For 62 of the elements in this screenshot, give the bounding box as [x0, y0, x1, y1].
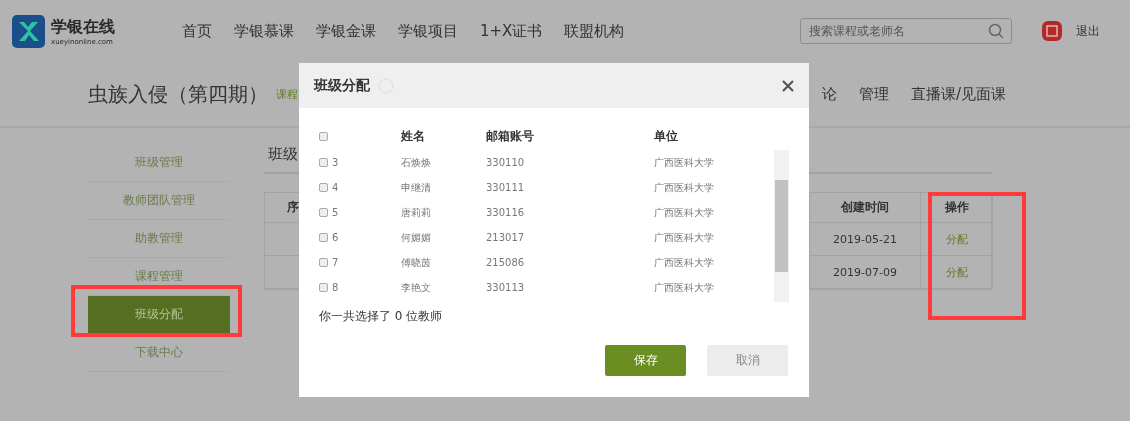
cancel-button[interactable]: 取消 — [707, 345, 788, 376]
row-checkbox[interactable] — [319, 283, 328, 292]
teacher-name: 唐莉莉 — [401, 205, 432, 220]
row-checkbox[interactable] — [319, 183, 328, 192]
teacher-email: 215086 — [486, 256, 526, 270]
teacher-unit: 广西医科大学 — [654, 255, 715, 270]
nav-link[interactable]: 1+X证书 — [480, 21, 543, 41]
row-index: 6 — [332, 232, 339, 243]
scrollbar[interactable] — [774, 150, 789, 302]
table-cell: 2019-05-21 — [810, 223, 921, 256]
sidebar-item[interactable]: 班级分配 — [88, 296, 230, 334]
nav-link[interactable]: 学银金课 — [316, 21, 376, 41]
row-checkbox[interactable] — [319, 258, 328, 267]
row-index: 3 — [332, 157, 339, 168]
teacher-unit: 广西医科大学 — [654, 280, 715, 295]
teacher-email: 330116 — [486, 206, 526, 220]
row-index: 5 — [332, 207, 339, 218]
course-tab[interactable]: 管理 — [858, 84, 889, 104]
course-tab[interactable]: 论 — [821, 84, 837, 104]
select-all-checkbox[interactable] — [319, 131, 328, 141]
course-tab[interactable]: 直播课/见面课 — [910, 84, 1006, 104]
teacher-unit: 广西医科大学 — [654, 180, 715, 195]
teacher-name: 何媚媚 — [401, 230, 432, 245]
teacher-unit: 广西医科大学 — [654, 230, 715, 245]
row-index: 8 — [332, 282, 339, 293]
nav-link[interactable]: 联盟机构 — [564, 21, 625, 41]
teacher-name: 石焕焕 — [401, 155, 432, 170]
teacher-name: 傅晓茵 — [401, 255, 432, 270]
table-header: 创建时间 — [810, 193, 921, 223]
teacher-email: 213017 — [486, 231, 526, 245]
teacher-unit: 广西医科大学 — [654, 155, 715, 170]
avatar-icon[interactable] — [1040, 19, 1064, 43]
logo-name: 学银在线 — [51, 16, 115, 38]
teacher-name: 李艳文 — [401, 280, 432, 295]
teacher-email: 330113 — [486, 281, 526, 295]
course-title: 虫族入侵（第四期） — [88, 80, 268, 108]
dialog-title: 班级分配 — [314, 76, 370, 95]
selection-summary: 你一共选择了 0 位教师 — [318, 308, 444, 325]
column-header: 姓名 — [401, 127, 426, 145]
row-checkbox[interactable] — [319, 233, 328, 242]
logo-icon — [12, 14, 45, 48]
teacher-unit: 广西医科大学 — [654, 205, 715, 220]
teacher-name: 申继清 — [401, 180, 432, 195]
search-field[interactable]: 搜索课程或老师名 — [800, 18, 1012, 44]
nav-link[interactable]: 学银项目 — [398, 21, 458, 41]
table-header: 操作 — [921, 193, 993, 223]
nav-link[interactable]: 学银慕课 — [234, 21, 294, 41]
search-icon[interactable] — [988, 23, 1004, 39]
teacher-email: 330111 — [486, 181, 526, 195]
column-header: 单位 — [654, 127, 679, 145]
row-index: 4 — [332, 182, 339, 193]
nav-link[interactable]: 首页 — [182, 21, 212, 41]
logout-link[interactable]: 退出 — [1076, 22, 1100, 40]
row-checkbox[interactable] — [319, 208, 328, 217]
row-index: 7 — [332, 257, 339, 268]
save-button[interactable]: 保存 — [605, 345, 686, 376]
course-tag: 课程 — [276, 86, 298, 102]
column-header: 邮箱账号 — [486, 127, 535, 145]
close-button[interactable] — [782, 79, 794, 92]
table-cell: 2019-07-09 — [810, 256, 921, 289]
teacher-email: 330110 — [486, 156, 526, 170]
row-checkbox[interactable] — [319, 158, 328, 167]
